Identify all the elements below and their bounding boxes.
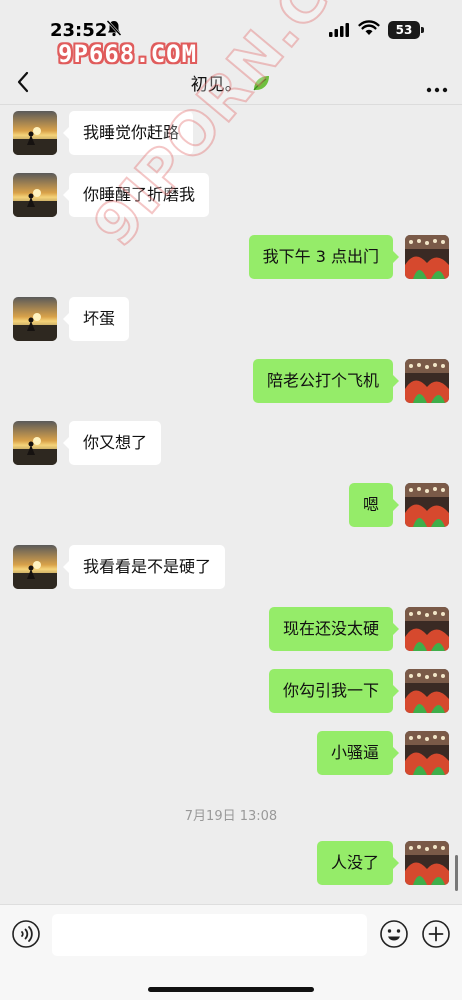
wifi-icon: [358, 20, 380, 40]
contact-avatar[interactable]: [13, 173, 57, 217]
contact-avatar[interactable]: [13, 297, 57, 341]
battery-tip: [421, 27, 424, 33]
my-avatar[interactable]: [405, 235, 449, 279]
message-row: 你又想了: [0, 421, 462, 467]
incoming-message-bubble[interactable]: 坏蛋: [62, 297, 130, 341]
chat-title-text: 初见。: [190, 75, 242, 95]
emoji-button[interactable]: [379, 919, 409, 953]
contact-avatar[interactable]: [13, 111, 57, 155]
header-divider: [0, 104, 462, 105]
outgoing-message-bubble[interactable]: 现在还没太硬: [268, 607, 400, 651]
voice-icon: [12, 920, 40, 948]
input-bar: [0, 904, 462, 1000]
plus-button[interactable]: [421, 919, 451, 953]
message-row: 我睡觉你赶路: [0, 111, 462, 157]
outgoing-message-bubble[interactable]: 嗯: [348, 483, 400, 527]
outgoing-message-bubble[interactable]: 小骚逼: [316, 731, 400, 775]
message-row: 陪老公打个飞机: [0, 359, 462, 405]
plus-icon: [422, 920, 450, 948]
home-indicator: [148, 987, 314, 992]
message-row: 坏蛋: [0, 297, 462, 343]
message-timestamp: 7月19日 13:08: [184, 809, 278, 824]
contact-avatar[interactable]: [13, 545, 57, 589]
message-input[interactable]: [52, 914, 367, 956]
message-row: 人没了: [0, 841, 462, 887]
my-avatar[interactable]: [405, 841, 449, 885]
incoming-message-bubble[interactable]: 我看看是不是硬了: [62, 545, 226, 589]
my-avatar[interactable]: [405, 359, 449, 403]
more-button[interactable]: [426, 78, 448, 97]
chat-title: 初见。: [0, 70, 462, 98]
status-bar: 23:52 9P668.COM 53: [0, 0, 462, 68]
scroll-indicator[interactable]: [455, 855, 458, 891]
chat-header: 初见。: [0, 56, 462, 106]
incoming-message-bubble[interactable]: 我睡觉你赶路: [62, 111, 194, 155]
leaf-icon: [251, 73, 271, 98]
incoming-message-bubble[interactable]: 你又想了: [62, 421, 162, 465]
emoji-icon: [380, 920, 408, 948]
message-row: 嗯: [0, 483, 462, 529]
signal-icon: [329, 22, 349, 41]
my-avatar[interactable]: [405, 731, 449, 775]
my-avatar[interactable]: [405, 483, 449, 527]
my-avatar[interactable]: [405, 669, 449, 713]
my-avatar[interactable]: [405, 607, 449, 651]
outgoing-message-bubble[interactable]: 我下午 3 点出门: [248, 235, 400, 279]
battery-indicator: 53: [388, 21, 420, 39]
message-row: 小骚逼: [0, 731, 462, 777]
contact-avatar[interactable]: [13, 421, 57, 465]
message-row: 你睡醒了折磨我: [0, 173, 462, 219]
outgoing-message-bubble[interactable]: 陪老公打个飞机: [252, 359, 400, 403]
message-row: 我下午 3 点出门: [0, 235, 462, 281]
message-row: 你勾引我一下: [0, 669, 462, 715]
bell-muted-icon: [106, 19, 122, 41]
incoming-message-bubble[interactable]: 你睡醒了折磨我: [62, 173, 210, 217]
outgoing-message-bubble[interactable]: 人没了: [316, 841, 400, 885]
status-time: 23:52: [50, 20, 108, 41]
more-dots-icon: [426, 87, 448, 93]
message-row: 现在还没太硬: [0, 607, 462, 653]
outgoing-message-bubble[interactable]: 你勾引我一下: [268, 669, 400, 713]
message-row: 我看看是不是硬了: [0, 545, 462, 591]
voice-button[interactable]: [11, 919, 41, 953]
